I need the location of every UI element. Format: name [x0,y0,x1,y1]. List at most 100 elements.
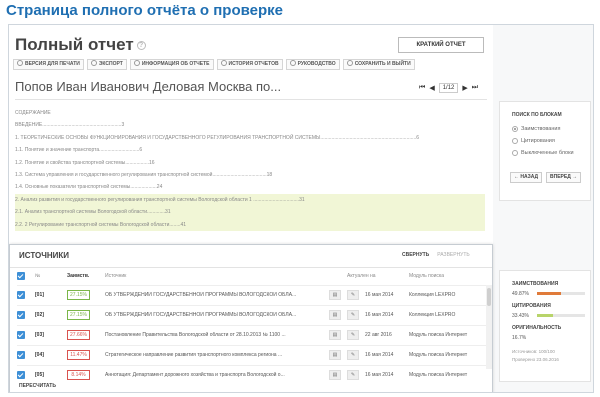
help-icon[interactable]: ? [136,41,146,51]
table-row[interactable]: [03] 27.66% Постановление Правительства Во… [17,325,487,345]
select-all-checkbox[interactable] [17,272,25,280]
save-exit-button[interactable]: СОХРАНИТЬ И ВЫЙТИ [342,59,415,70]
originality-label: ОРИГИНАЛЬНОСТЬ [512,325,562,331]
table-row[interactable]: [01] 27.15% ОБ УТВЕРЖДЕНИИ ГОСУДАРСТВЕННОЙ… [17,285,487,305]
table-row[interactable]: [05] 8.14% Аннотация: Департамент дорожног… [17,365,487,385]
radio-citations[interactable]: Цитирования [512,138,555,144]
sources-panel: ИСТОЧНИКИ СВЕРНУТЬ РАЗВЕРНУТЬ № Заимств.… [9,244,493,392]
search-module: Модуль поиска Интернет [409,352,468,358]
back-button[interactable]: ← НАЗАД [510,172,543,183]
table-row[interactable]: [04] 11.47% Стратегическое направление раз… [17,345,487,365]
scrollbar-thumb[interactable] [487,288,491,306]
citation-label: ЦИТИРОВАНИЯ [512,303,551,309]
borrowing-percent: 27.15% [67,310,90,320]
comment-icon[interactable]: ▤ [329,290,341,300]
prev-page-icon[interactable]: ◀ [429,84,434,92]
comment-icon[interactable]: ▤ [329,350,341,360]
column-source[interactable]: Источник [105,273,126,279]
toc-line-highlighted[interactable]: 2.2. 2 Регулирование транспортной систем… [15,218,485,231]
edit-icon[interactable]: ✎ [347,350,359,360]
report-main: Полный отчет? КРАТКИЙ ОТЧЕТ ВЕРСИЯ ДЛЯ П… [9,25,493,392]
radio-label: Заимствования [521,126,561,132]
divider [15,99,487,100]
borrowing-bar [537,292,585,295]
borrowing-percent: 27.15% [67,290,90,300]
search-module: Модуль поиска Интернет [409,372,468,378]
print-version-button[interactable]: ВЕРСИЯ ДЛЯ ПЕЧАТИ [13,59,84,70]
report-window: Полный отчет? КРАТКИЙ ОТЧЕТ ВЕРСИЯ ДЛЯ П… [8,24,594,393]
citation-bar-fill [537,314,554,317]
radio-label: Выключенные блоки [521,150,574,156]
search-module: Коллекция LEXPRO [409,312,456,318]
edit-icon[interactable]: ✎ [347,330,359,340]
report-history-button[interactable]: ИСТОРИЯ ОТЧЕТОВ [216,59,283,70]
collapse-button[interactable]: СВЕРНУТЬ [402,252,429,258]
document-text: СОДЕРЖАНИЕ ВВЕДЕНИЕ.....................… [15,107,485,231]
last-page-icon[interactable]: ⏭ [472,84,478,92]
borrowing-percent: 11.47% [67,350,90,360]
row-index: [03] [35,332,44,338]
guide-button[interactable]: РУКОВОДСТВО [285,59,340,70]
source-title[interactable]: ОБ УТВЕРЖДЕНИИ ГОСУДАРСТВЕННОЙ ПРОГРАММЫ… [105,312,296,318]
page-select[interactable]: 1/12 [438,83,459,93]
guide-label: РУКОВОДСТВО [297,61,336,67]
column-number[interactable]: № [35,273,40,279]
radio-label: Цитирования [521,138,555,144]
source-title[interactable]: ОБ УТВЕРЖДЕНИИ ГОСУДАРСТВЕННОЙ ПРОГРАММЫ… [105,292,296,298]
borrowing-percent: 8.14% [67,370,90,380]
export-button[interactable]: ЭКСПОРТ [86,59,127,70]
source-title[interactable]: Постановление Правительства Вологодской … [105,332,286,338]
source-title[interactable]: Аннотация: Департамент дорожного хозяйст… [105,372,285,378]
edit-icon[interactable]: ✎ [347,370,359,380]
row-index: [05] [35,372,44,378]
borrowing-label: ЗАИМСТВОВАНИЯ [512,281,559,287]
save-icon [346,60,353,66]
back-label: НАЗАД [520,174,539,180]
toc-line: ВВЕДЕНИЕ................................… [15,122,125,129]
radio-borrowings[interactable]: Заимствования [512,126,560,132]
first-page-icon[interactable]: ⏮ [419,84,425,92]
toc-line: 1.1. Понятие и значение транспорта......… [15,147,143,154]
forward-label: ВПЕРЕД [550,174,571,180]
recalculate-button[interactable]: ПЕРЕСЧИТАТЬ [19,383,56,389]
search-blocks-panel: ПОИСК ПО БЛОКАМ Заимствования Цитировани… [499,101,591,201]
row-checkbox[interactable] [17,291,25,299]
column-search-module[interactable]: Модуль поиска [409,273,444,279]
edit-icon[interactable]: ✎ [347,290,359,300]
row-checkbox[interactable] [17,351,25,359]
row-checkbox[interactable] [17,331,25,339]
comment-icon[interactable]: ▤ [329,330,341,340]
comment-icon[interactable]: ▤ [329,310,341,320]
guide-icon [289,60,296,66]
toc-line-highlighted[interactable]: 2.1. Анализ транспортной системы Вологод… [15,206,485,219]
edit-icon[interactable]: ✎ [347,310,359,320]
next-page-icon[interactable]: ▶ [462,84,467,92]
column-borrowing[interactable]: Заимств. [67,273,89,279]
radio-disabled-blocks[interactable]: Выключенные блоки [512,150,574,156]
borrowing-percent: 27.66% [67,330,90,340]
sources-table-header: № Заимств. Источник Актуален на Модуль п… [17,272,487,283]
toc-line: 1. ТЕОРЕТИЧЕСКИЕ ОСНОВЫ ФУНКЦИОНИРОВАНИЯ… [15,134,420,141]
comment-icon[interactable]: ▤ [329,370,341,380]
report-info-button[interactable]: ИНФОРМАЦИЯ ОБ ОТЧЕТЕ [129,59,214,70]
sources-scrollbar[interactable] [486,285,492,369]
actual-date: 22 авг 2016 [365,332,392,338]
table-row[interactable]: [02] 27.15% ОБ УТВЕРЖДЕНИИ ГОСУДАРСТВЕННОЙ… [17,305,487,325]
expand-button[interactable]: РАЗВЕРНУТЬ [437,252,469,258]
radio-icon [512,150,518,156]
source-title[interactable]: Стратегическое направление развития тран… [105,352,282,358]
row-index: [01] [35,292,44,298]
page-caption: Страница полного отчёта о проверке [6,2,283,19]
search-blocks-title: ПОИСК ПО БЛОКАМ [512,112,562,118]
originality-value: 16.7% [512,335,527,341]
forward-button[interactable]: ВПЕРЕД → [546,172,582,183]
column-actual-date[interactable]: Актуален на [347,273,376,279]
row-checkbox[interactable] [17,371,25,379]
row-checkbox[interactable] [17,311,25,319]
report-history-label: ИСТОРИЯ ОТЧЕТОВ [228,61,279,67]
page-title: Полный отчет? [15,35,146,55]
short-report-button[interactable]: КРАТКИЙ ОТЧЕТ [398,37,484,53]
toc-line-highlighted[interactable]: 2. Анализ развития и государственного ре… [15,193,485,207]
toc-line: СОДЕРЖАНИЕ [15,110,51,116]
page-title-text: Полный отчет [15,35,134,54]
